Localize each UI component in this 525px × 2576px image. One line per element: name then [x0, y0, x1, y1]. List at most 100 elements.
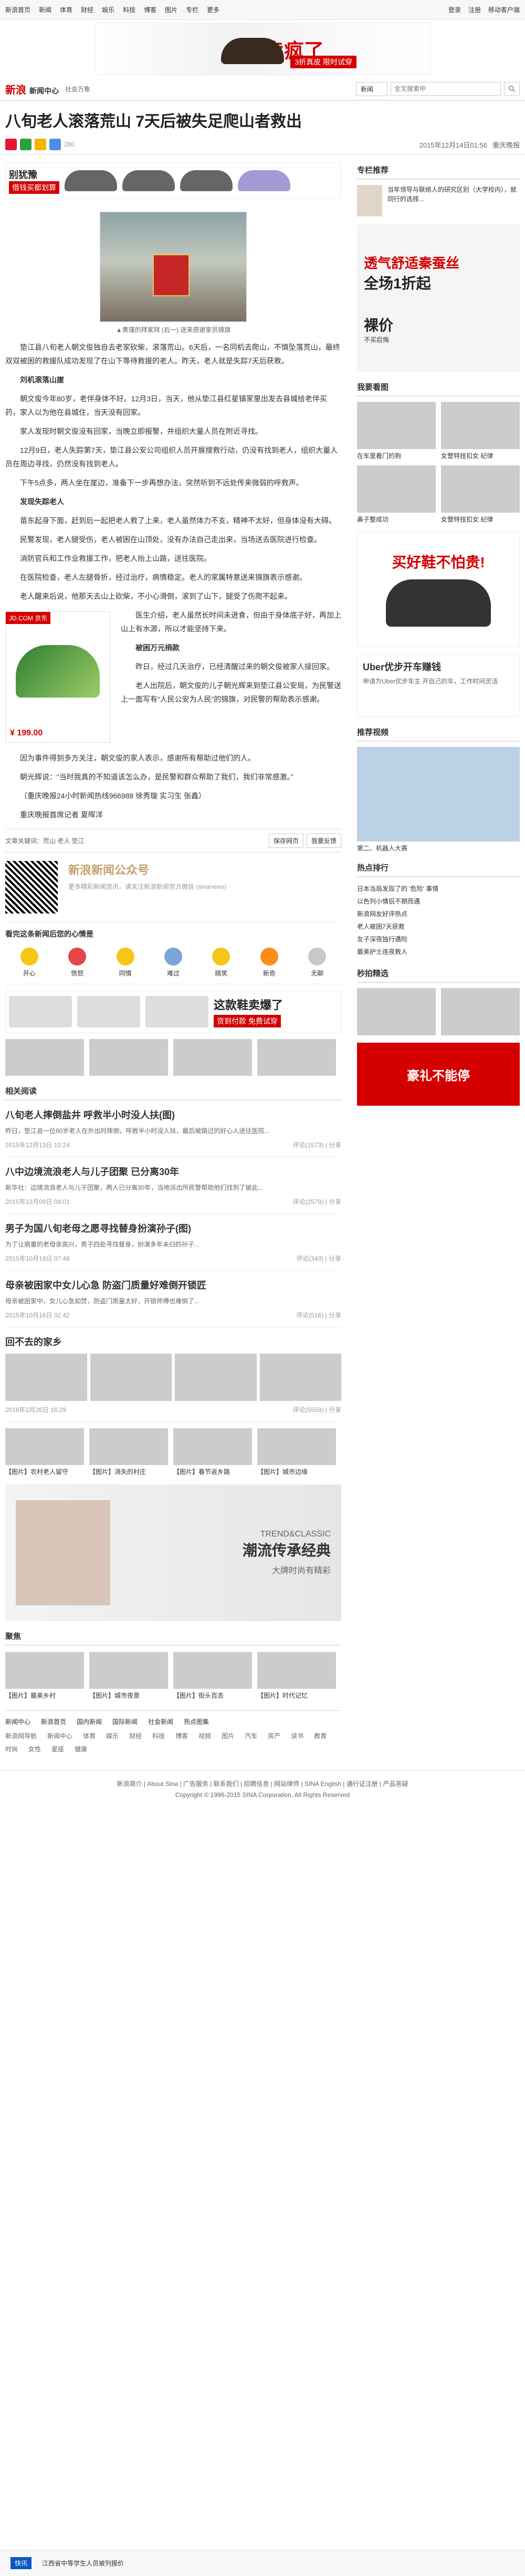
footer-tab[interactable]: 国际新闻 — [112, 1717, 138, 1726]
footer-about[interactable]: 新浪简介 | About Sina | 广告服务 | 联系我们 | 招聘信息 |… — [0, 1779, 525, 1788]
login-link[interactable]: 登录 — [448, 5, 461, 14]
sidebar-ad[interactable]: 透气舒适秦蚕丝 全场1折起 裸价 不买后悔 — [357, 225, 520, 372]
sidebar-hot-item[interactable]: 最美护士连夜救人 — [357, 946, 520, 958]
hometown-cell[interactable]: 【图片】消失的村庄 — [89, 1428, 168, 1476]
gallery-cell[interactable]: 【图片】最美乡村 — [5, 1652, 84, 1700]
related-item-comments[interactable]: 评论(516) | 分享 — [296, 1311, 341, 1320]
gallery-cell[interactable]: 【图片】城市夜景 — [89, 1652, 168, 1700]
sidebar-video[interactable]: 第二、机器人大赛 — [357, 747, 520, 853]
mood-angry[interactable]: 愤怒 — [68, 948, 87, 978]
hometown-title[interactable]: 回不去的家乡 — [5, 1335, 341, 1348]
sidebar-hot-item[interactable]: 日本当局发现了的 '危险' 事情 — [357, 882, 520, 895]
register-link[interactable]: 注册 — [468, 5, 481, 14]
footer-tab[interactable]: 热点图集 — [184, 1717, 209, 1726]
sidebar-pic[interactable]: 鼻子整成功 — [357, 465, 436, 524]
bottom-news-text[interactable]: 江西省中等学生人员被列报价 — [42, 2559, 124, 2568]
related-item-comments[interactable]: 评论(343) | 分享 — [296, 1254, 341, 1263]
related-item-title[interactable]: 母亲被困家中女儿心急 防盗门质量好难倒开锁匠 — [5, 1278, 341, 1292]
sidebar-fun-item[interactable] — [441, 988, 520, 1035]
footer-link[interactable]: 时尚 — [5, 1744, 18, 1753]
mood-funny[interactable]: 搞笑 — [212, 948, 230, 978]
footer-link[interactable]: 博客 — [175, 1731, 188, 1740]
top-nav-item[interactable]: 新浪首页 — [5, 5, 30, 14]
footer-link[interactable]: 房产 — [268, 1731, 280, 1740]
mood-sad[interactable]: 难过 — [164, 948, 182, 978]
footer-tab[interactable]: 社会新闻 — [148, 1717, 173, 1726]
footer-link[interactable]: 新闻中心 — [47, 1731, 72, 1740]
related-item-comments[interactable]: 评论(1573) | 分享 — [293, 1140, 341, 1149]
footer-link[interactable]: 体育 — [83, 1731, 96, 1740]
top-nav-item[interactable]: 娱乐 — [102, 5, 114, 14]
footer-tab[interactable]: 新闻中心 — [5, 1717, 30, 1726]
mood-sympathy[interactable]: 同情 — [116, 948, 134, 978]
sidebar-hot-item[interactable]: 女子深夜独行遇险 — [357, 933, 520, 946]
footer-link[interactable]: 科技 — [152, 1731, 165, 1740]
footer-link[interactable]: 健康 — [75, 1744, 87, 1753]
more-share-icon[interactable] — [49, 139, 61, 150]
sidebar-pic[interactable]: 女警特技扣女 纪律 — [441, 465, 520, 524]
gallery-cell[interactable]: 【图片】街头百态 — [173, 1652, 252, 1700]
channel-subtitle[interactable]: 社会万象 — [65, 85, 90, 94]
car-ad[interactable] — [257, 1039, 336, 1076]
top-nav-item[interactable]: 财经 — [81, 5, 93, 14]
top-ad[interactable]: 卖疯了 3折真皮 限时试穿 — [94, 23, 430, 75]
top-nav-item[interactable]: 科技 — [123, 5, 135, 14]
mood-happy[interactable]: 开心 — [20, 948, 38, 978]
hometown-cell[interactable]: 【图片】农村老人留守 — [5, 1428, 84, 1476]
sidebar-rec-image[interactable] — [357, 185, 382, 216]
related-item-title[interactable]: 八旬老人摔倒盐井 呼救半小时没人扶(图) — [5, 1108, 341, 1121]
hometown-cell[interactable]: 【图片】城市边缘 — [257, 1428, 336, 1476]
sidebar-fun-item[interactable] — [357, 988, 436, 1035]
footer-link[interactable]: 女性 — [28, 1744, 41, 1753]
search-input[interactable] — [391, 82, 501, 96]
top-nav-item[interactable]: 专栏 — [186, 5, 198, 14]
sidebar-hot-item[interactable]: 老人被困7天获救 — [357, 920, 520, 933]
car-ad[interactable] — [5, 1039, 84, 1076]
footer-link[interactable]: 财经 — [129, 1731, 142, 1740]
article-source[interactable]: 重庆晚报 — [492, 140, 520, 150]
sidebar-bottom-ad[interactable]: 豪礼不能停 — [357, 1043, 520, 1106]
shoe-ad-strip[interactable]: 这款鞋卖爆了 货到付款 免费试穿 — [5, 991, 341, 1033]
save-page-button[interactable]: 保存网页 — [268, 834, 303, 848]
sidebar-pic[interactable]: 女警特技扣女 纪律 — [441, 402, 520, 460]
hometown-image[interactable] — [5, 1354, 87, 1401]
search-button[interactable] — [504, 82, 520, 96]
hometown-image[interactable] — [90, 1354, 172, 1401]
weibo-share-icon[interactable] — [5, 139, 17, 150]
footer-link[interactable]: 图片 — [222, 1731, 234, 1740]
wechat-share-icon[interactable] — [20, 139, 32, 150]
site-logo[interactable]: 新浪 新闻中心 — [5, 81, 59, 97]
top-nav-item[interactable]: 更多 — [207, 5, 219, 14]
sidebar-pic[interactable]: 在车里看门的狗 — [357, 402, 436, 460]
car-ad[interactable] — [89, 1039, 168, 1076]
gallery-cell[interactable]: 【图片】时代记忆 — [257, 1652, 336, 1700]
mobile-client-link[interactable]: 移动客户端 — [488, 5, 520, 14]
footer-tab[interactable]: 国内新闻 — [77, 1717, 102, 1726]
related-item-title[interactable]: 男子为国八旬老母之愿寻找替身扮演孙子(图) — [5, 1221, 341, 1235]
mood-novel[interactable]: 新奇 — [260, 948, 278, 978]
related-item-title[interactable]: 八中边境流浪老人与儿子团聚 已分离30年 — [5, 1165, 341, 1178]
inline-ad[interactable]: 别犹豫 借钱买都划算 — [5, 162, 341, 199]
top-ad-banner[interactable]: 卖疯了 3折真皮 限时试穿 — [0, 20, 525, 78]
top-nav-item[interactable]: 体育 — [60, 5, 72, 14]
top-nav-item[interactable]: 图片 — [165, 5, 177, 14]
sidebar-rec-text[interactable]: 当年领导与联络人的研究区别（大学校内），就同行的选择... — [387, 185, 520, 216]
footer-link[interactable]: 读书 — [291, 1731, 303, 1740]
hometown-cell[interactable]: 【图片】春节返乡路 — [173, 1428, 252, 1476]
footer-link[interactable]: 教育 — [314, 1731, 327, 1740]
footer-link[interactable]: 星座 — [51, 1744, 64, 1753]
hometown-comments[interactable]: 评论(5559) | 分享 — [293, 1405, 341, 1414]
fashion-ad[interactable]: TREND&CLASSIC 潮流传承经典 大牌时尚有精彩 — [5, 1484, 341, 1621]
uber-ad[interactable]: Uber优步开车赚钱 申请为Uber优步车主 开自己的车，工作时间灵活 — [357, 654, 520, 717]
qzone-share-icon[interactable] — [35, 139, 46, 150]
sidebar-ad2[interactable]: 买好鞋不怕贵! — [357, 531, 520, 647]
footer-link[interactable]: 娱乐 — [106, 1731, 119, 1740]
hometown-image[interactable] — [259, 1354, 341, 1401]
footer-link[interactable]: 视频 — [198, 1731, 211, 1740]
sidebar-hot-item[interactable]: 以色列小情侣不期而遇 — [357, 895, 520, 908]
footer-link[interactable]: 新浪网导航 — [5, 1731, 37, 1740]
search-category-select[interactable]: 新闻 — [356, 81, 387, 96]
hometown-image[interactable] — [175, 1354, 257, 1401]
top-nav-item[interactable]: 博客 — [144, 5, 156, 14]
footer-tab[interactable]: 新浪首页 — [41, 1717, 66, 1726]
